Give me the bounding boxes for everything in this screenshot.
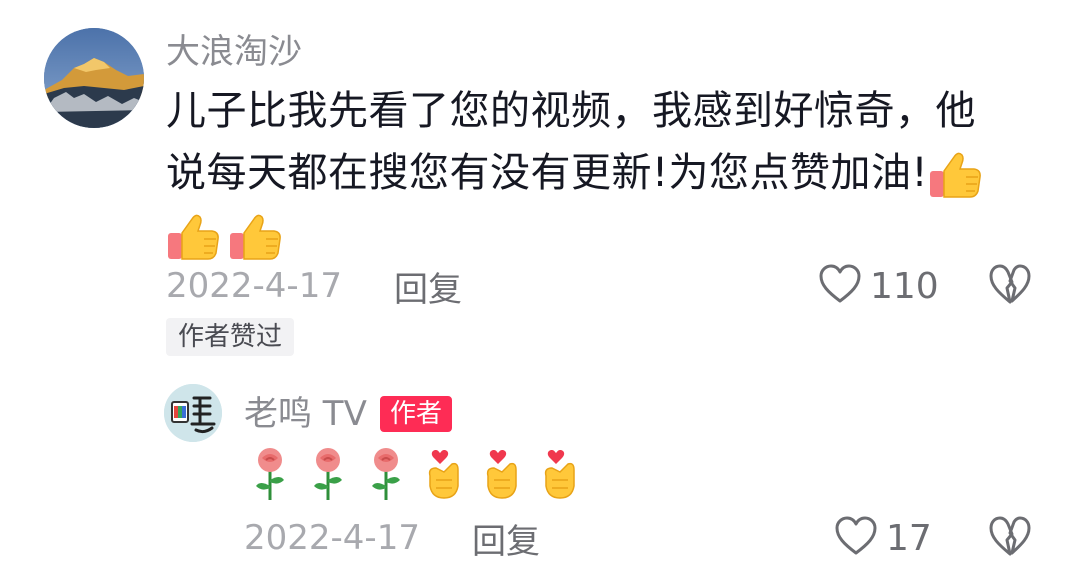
rose-icon	[248, 446, 292, 502]
finger-heart-icon	[422, 446, 466, 502]
reply-button[interactable]: 回复	[394, 262, 462, 311]
comment-emoji-row	[166, 204, 1026, 266]
heart-icon	[818, 264, 862, 308]
reply-reply-button[interactable]: 回复	[472, 514, 540, 563]
broken-heart-icon	[988, 516, 1032, 562]
comment-meta: 2022-4-17 回复	[166, 262, 462, 310]
thumbs-up-icon	[928, 149, 984, 201]
rose-icon	[306, 446, 350, 502]
comment-text: 儿子比我先看了您的视频，我感到好惊奇，他 说每天都在搜您有没有更新!为您点赞加油…	[166, 80, 1026, 266]
like-count: 110	[870, 265, 939, 307]
thumbs-up-icon	[228, 211, 284, 263]
avatar[interactable]	[44, 28, 144, 128]
comment-username[interactable]: 大浪淘沙	[166, 30, 302, 74]
reply-meta: 2022-4-17 回复	[244, 514, 540, 562]
thumbs-up-icon	[166, 211, 222, 263]
reply-like-count: 17	[886, 517, 932, 559]
reply-text	[248, 446, 582, 502]
reply-like-button[interactable]: 17	[834, 514, 932, 562]
comment-line-2-row: 说每天都在搜您有没有更新!为您点赞加油!	[166, 142, 1026, 204]
heart-icon	[834, 516, 878, 560]
reply-username[interactable]: 老鸣 TV	[244, 392, 367, 436]
reply-dislike-button[interactable]	[988, 516, 1032, 562]
rose-icon	[364, 446, 408, 502]
author-liked-badge: 作者赞过	[166, 318, 295, 356]
comment-line-2: 说每天都在搜您有没有更新!为您点赞加油!	[166, 150, 929, 196]
broken-heart-icon	[988, 264, 1032, 310]
reply-date: 2022-4-17	[244, 518, 420, 558]
reply-avatar[interactable]	[164, 384, 222, 442]
like-button[interactable]: 110	[818, 262, 939, 310]
finger-heart-icon	[480, 446, 524, 502]
comment-line-1: 儿子比我先看了您的视频，我感到好惊奇，他	[166, 88, 976, 134]
comment-date: 2022-4-17	[166, 266, 342, 306]
finger-heart-icon	[538, 446, 582, 502]
author-tag: 作者	[380, 396, 453, 432]
dislike-button[interactable]	[988, 264, 1032, 310]
